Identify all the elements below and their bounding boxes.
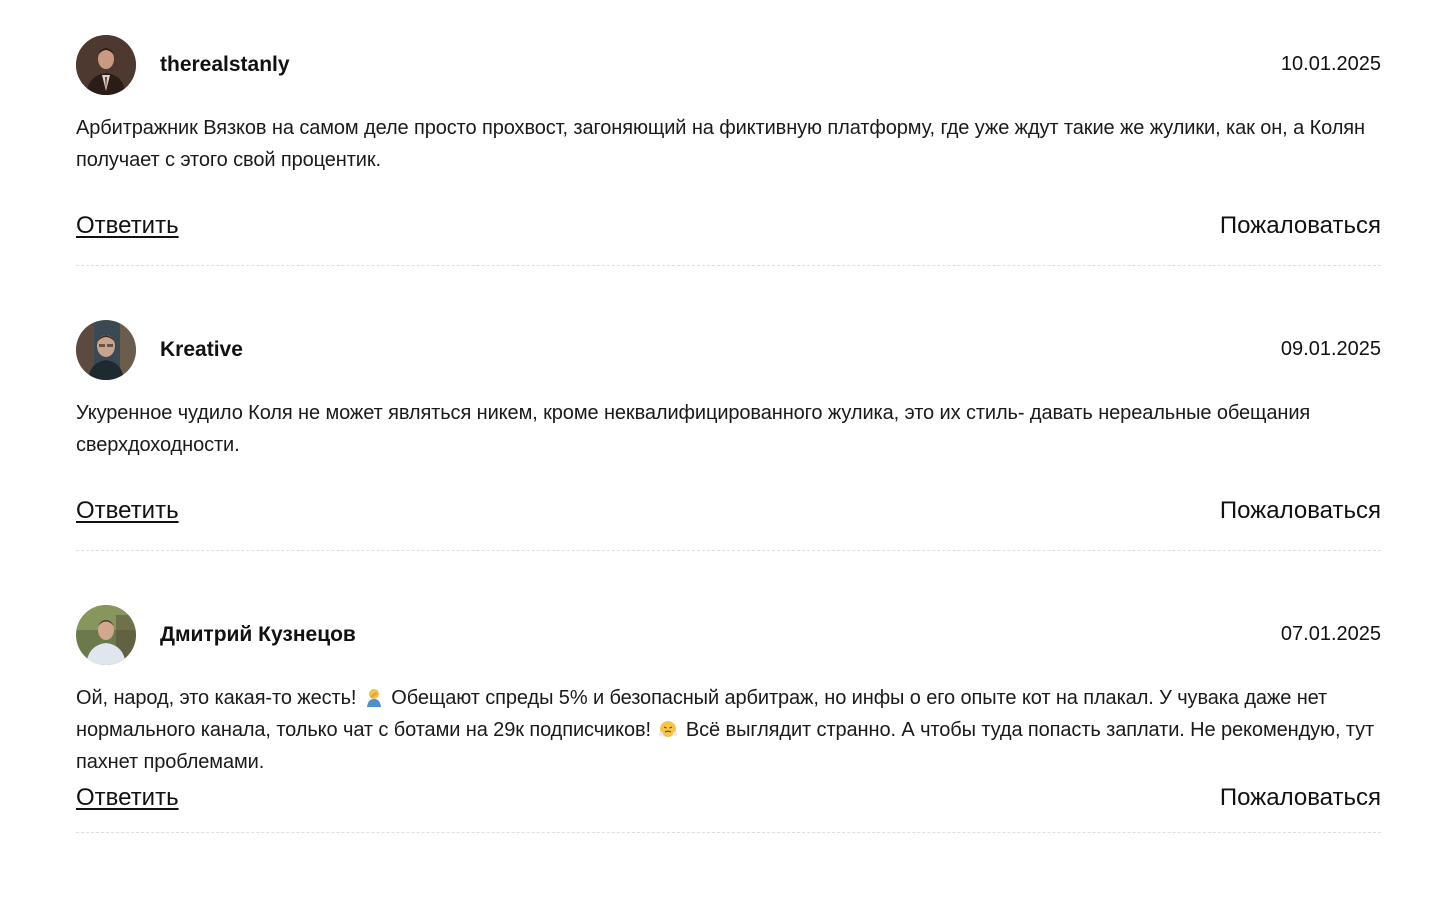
divider <box>76 265 1381 266</box>
divider <box>76 832 1381 833</box>
comment-header: Дмитрий Кузнецов 07.01.2025 <box>76 605 1381 665</box>
divider <box>76 550 1381 551</box>
comment-actions: Ответить Пожаловаться <box>76 497 1381 527</box>
reply-button[interactable]: Ответить <box>76 497 179 525</box>
comment-date: 07.01.2025 <box>1280 623 1381 645</box>
comment-item: therealstanly 10.01.2025 Арбитражник Вяз… <box>76 0 1381 285</box>
comment-actions: Ответить Пожаловаться <box>76 784 1381 814</box>
person-facepalming-emoji-icon <box>364 685 384 707</box>
comment-item: Дмитрий Кузнецов 07.01.2025 Ой, народ, э… <box>76 570 1381 900</box>
comment-header: therealstanly 10.01.2025 <box>76 35 1381 95</box>
comment-item: Kreative 09.01.2025 Укуренное чудило Кол… <box>76 285 1381 570</box>
face-with-steam-icon <box>658 717 678 737</box>
reply-button[interactable]: Ответить <box>76 784 179 812</box>
complain-button[interactable]: Пожаловаться <box>1220 212 1381 240</box>
comment-date: 10.01.2025 <box>1280 53 1381 75</box>
comment-actions: Ответить Пожаловаться <box>76 212 1381 242</box>
comments-list: therealstanly 10.01.2025 Арбитражник Вяз… <box>76 0 1381 900</box>
comment-header: Kreative 09.01.2025 <box>76 320 1381 380</box>
avatar[interactable] <box>76 35 136 95</box>
author-name: Kreative <box>160 338 243 361</box>
comment-date: 09.01.2025 <box>1280 338 1381 360</box>
comment-text-part: Ой, народ, это какая-то жесть! <box>76 687 357 709</box>
avatar[interactable] <box>76 605 136 665</box>
avatar[interactable] <box>76 320 136 380</box>
complain-button[interactable]: Пожаловаться <box>1220 784 1381 812</box>
complain-button[interactable]: Пожаловаться <box>1220 497 1381 525</box>
comment-text: Арбитражник Вязков на самом деле просто … <box>76 117 1365 171</box>
comment-text: Укуренное чудило Коля не может являться … <box>76 402 1311 456</box>
author-name: Дмитрий Кузнецов <box>160 623 356 646</box>
reply-button[interactable]: Ответить <box>76 212 179 240</box>
comment-text: Ой, народ, это какая-то жесть! Обещают с… <box>76 682 1381 778</box>
author-name: therealstanly <box>160 53 290 76</box>
